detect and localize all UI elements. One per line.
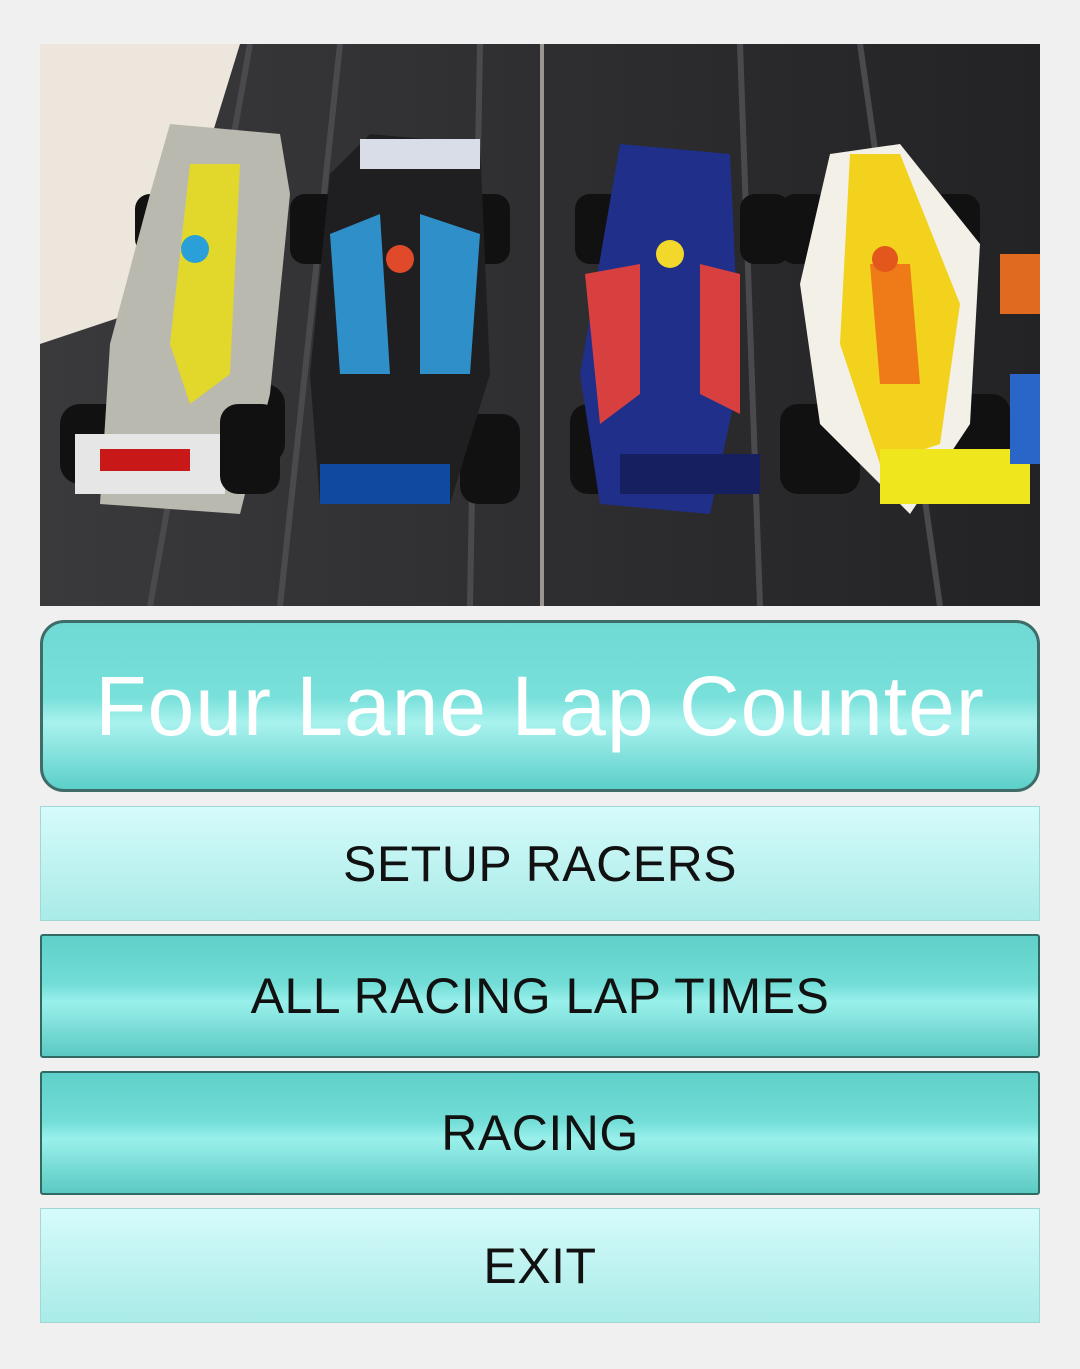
- racing-button[interactable]: RACING: [40, 1071, 1040, 1195]
- exit-label: EXIT: [483, 1237, 597, 1294]
- hero-image: [40, 44, 1040, 606]
- all-racing-lap-times-button[interactable]: ALL RACING LAP TIMES: [40, 934, 1040, 1058]
- slot-cars-photo: [40, 44, 1040, 606]
- setup-racers-label: SETUP RACERS: [342, 835, 738, 892]
- app-title-banner: Four Lane Lap Counter: [40, 620, 1040, 792]
- app-title: Four Lane Lap Counter: [95, 658, 985, 753]
- setup-racers-button[interactable]: SETUP RACERS: [40, 806, 1040, 921]
- exit-button[interactable]: EXIT: [40, 1208, 1040, 1323]
- all-racing-lap-times-label: ALL RACING LAP TIMES: [250, 968, 830, 1024]
- racing-label: RACING: [441, 1105, 639, 1161]
